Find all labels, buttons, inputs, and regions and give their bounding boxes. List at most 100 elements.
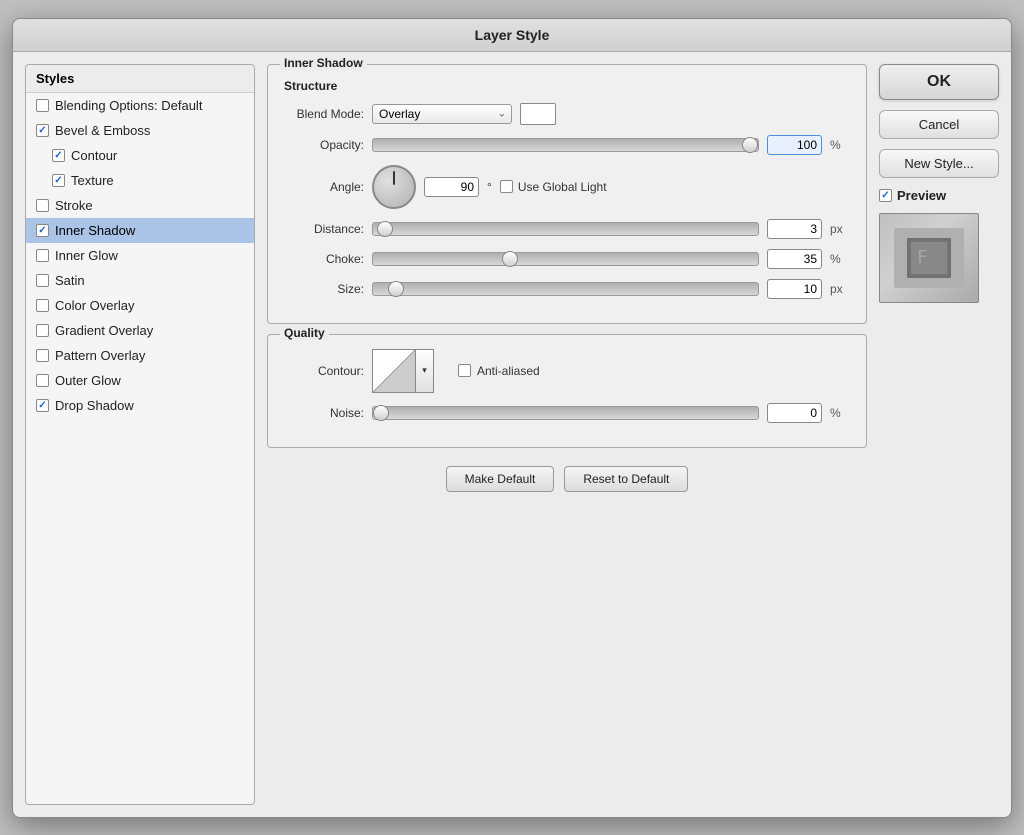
blend-mode-color-swatch[interactable] [520,103,556,125]
angle-input[interactable]: 90 [424,177,479,197]
sidebar-item-inner-shadow[interactable]: Inner Shadow [26,218,254,243]
dialog-body: Styles Blending Options: Default Bevel &… [13,52,1011,817]
distance-unit: px [830,222,850,236]
sidebar-item-pattern-overlay[interactable]: Pattern Overlay [26,343,254,368]
checkbox-drop-shadow[interactable] [36,399,49,412]
opacity-slider-container [372,138,759,152]
checkbox-inner-glow[interactable] [36,249,49,262]
blend-mode-label: Blend Mode: [284,107,364,121]
size-unit: px [830,282,850,296]
blend-mode-row: Blend Mode: Overlay Normal Multiply Scre… [284,103,850,125]
noise-row: Noise: 0 % [284,403,850,423]
sidebar-item-contour[interactable]: Contour [26,143,254,168]
checkbox-color-overlay[interactable] [36,299,49,312]
angle-row: Angle: 90 ° Use Global Light [284,165,850,209]
checkbox-inner-shadow[interactable] [36,224,49,237]
blend-mode-select-wrapper[interactable]: Overlay Normal Multiply Screen [372,104,512,124]
angle-dial[interactable] [372,165,416,209]
contour-row: Contour: ▾ [284,349,850,393]
layer-style-dialog: Layer Style Styles Blending Options: Def… [12,18,1012,818]
blend-mode-select[interactable]: Overlay Normal Multiply Screen [372,104,512,124]
sidebar-label-color-overlay: Color Overlay [55,298,134,313]
anti-alias-row: Anti-aliased [458,364,540,378]
styles-panel: Styles Blending Options: Default Bevel &… [25,64,255,805]
checkbox-pattern-overlay[interactable] [36,349,49,362]
checkbox-outer-glow[interactable] [36,374,49,387]
sidebar-item-blending-options[interactable]: Blending Options: Default [26,93,254,118]
size-input[interactable]: 10 [767,279,822,299]
distance-row: Distance: 3 px [284,219,850,239]
main-content-area: Inner Shadow Structure Blend Mode: Overl… [267,64,867,805]
checkbox-satin[interactable] [36,274,49,287]
make-default-button[interactable]: Make Default [446,466,555,492]
checkbox-bevel-emboss[interactable] [36,124,49,137]
new-style-button[interactable]: New Style... [879,149,999,178]
size-label: Size: [284,282,364,296]
right-panel: OK Cancel New Style... Preview F [879,64,999,805]
use-global-light-checkbox[interactable] [500,180,513,193]
distance-input[interactable]: 3 [767,219,822,239]
sidebar-item-outer-glow[interactable]: Outer Glow [26,368,254,393]
contour-preview[interactable] [372,349,416,393]
svg-text:F: F [917,247,928,268]
checkbox-texture[interactable] [52,174,65,187]
opacity-slider[interactable] [372,138,759,152]
choke-label: Choke: [284,252,364,266]
sidebar-item-gradient-overlay[interactable]: Gradient Overlay [26,318,254,343]
sidebar-item-inner-glow[interactable]: Inner Glow [26,243,254,268]
sidebar-item-drop-shadow[interactable]: Drop Shadow [26,393,254,418]
contour-picker: ▾ [372,349,434,393]
sidebar-item-satin[interactable]: Satin [26,268,254,293]
distance-slider-container [372,222,759,236]
angle-label: Angle: [284,180,364,194]
size-slider-container [372,282,759,296]
preview-label-row: Preview [879,188,999,203]
opacity-label: Opacity: [284,138,364,152]
reset-to-default-button[interactable]: Reset to Default [564,466,688,492]
sidebar-item-stroke[interactable]: Stroke [26,193,254,218]
angle-unit: ° [487,180,492,194]
sidebar-label-satin: Satin [55,273,85,288]
quality-section: Quality Contour: ▾ [267,334,867,448]
noise-slider[interactable] [372,406,759,420]
distance-label: Distance: [284,222,364,236]
noise-input[interactable]: 0 [767,403,822,423]
choke-unit: % [830,252,850,266]
choke-input[interactable]: 35 [767,249,822,269]
choke-slider[interactable] [372,252,759,266]
styles-header: Styles [26,65,254,93]
anti-alias-label: Anti-aliased [477,364,540,378]
opacity-unit: % [830,138,850,152]
checkbox-blending-options[interactable] [36,99,49,112]
checkbox-stroke[interactable] [36,199,49,212]
distance-slider[interactable] [372,222,759,236]
contour-label: Contour: [284,364,364,378]
noise-label: Noise: [284,406,364,420]
size-slider[interactable] [372,282,759,296]
sidebar-label-pattern-overlay: Pattern Overlay [55,348,145,363]
inner-shadow-section-label: Inner Shadow [280,56,367,70]
ok-button[interactable]: OK [879,64,999,100]
preview-checkbox[interactable] [879,189,892,202]
quality-section-label: Quality [280,326,329,340]
bottom-buttons-row: Make Default Reset to Default [267,466,867,492]
opacity-input[interactable]: 100 [767,135,822,155]
choke-slider-container [372,252,759,266]
contour-dropdown-btn[interactable]: ▾ [416,349,434,393]
sidebar-label-stroke: Stroke [55,198,93,213]
sidebar-item-bevel-emboss[interactable]: Bevel & Emboss [26,118,254,143]
cancel-button[interactable]: Cancel [879,110,999,139]
checkbox-contour[interactable] [52,149,65,162]
sidebar-item-texture[interactable]: Texture [26,168,254,193]
use-global-light-row: Use Global Light [500,180,607,194]
preview-image: F [879,213,979,303]
sidebar-label-gradient-overlay: Gradient Overlay [55,323,153,338]
anti-alias-checkbox[interactable] [458,364,471,377]
sidebar-label-outer-glow: Outer Glow [55,373,121,388]
sidebar-item-color-overlay[interactable]: Color Overlay [26,293,254,318]
structure-sublabel: Structure [284,79,850,93]
size-row: Size: 10 px [284,279,850,299]
use-global-light-label: Use Global Light [518,180,607,194]
sidebar-label-inner-shadow: Inner Shadow [55,223,135,238]
checkbox-gradient-overlay[interactable] [36,324,49,337]
